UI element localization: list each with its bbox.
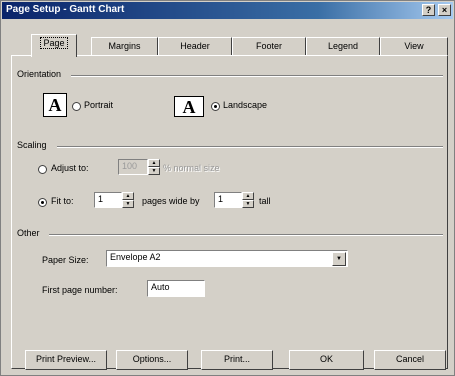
other-group-label: Other bbox=[17, 228, 43, 238]
portrait-radio[interactable] bbox=[72, 102, 81, 111]
help-button[interactable]: ? bbox=[422, 4, 435, 16]
spin-down-icon[interactable]: ▼ bbox=[122, 200, 134, 208]
spin-up-icon[interactable]: ▲ bbox=[122, 192, 134, 200]
adjust-to-radio[interactable] bbox=[38, 165, 47, 174]
spin-down-icon[interactable]: ▼ bbox=[148, 167, 160, 175]
tab-header[interactable]: Header bbox=[158, 37, 232, 56]
fit-wide-suffix: pages wide by bbox=[142, 196, 200, 206]
close-button[interactable]: × bbox=[438, 4, 451, 16]
paper-size-label: Paper Size: bbox=[42, 255, 89, 265]
fit-to-label[interactable]: Fit to: bbox=[51, 196, 74, 206]
help-icon: ? bbox=[425, 5, 432, 15]
close-icon: × bbox=[441, 5, 448, 15]
adjust-to-suffix: % normal size bbox=[163, 163, 220, 173]
tab-page[interactable]: Page bbox=[31, 34, 77, 57]
tab-strip: Page Margins Header Footer Legend View bbox=[11, 34, 448, 57]
orientation-divider bbox=[71, 75, 443, 77]
spin-up-icon[interactable]: ▲ bbox=[242, 192, 254, 200]
first-page-number-input[interactable]: Auto bbox=[147, 280, 205, 297]
tab-view[interactable]: View bbox=[380, 37, 448, 56]
first-page-number-label: First page number: bbox=[42, 285, 118, 295]
scaling-divider bbox=[57, 146, 443, 148]
fit-tall-input[interactable]: 1 bbox=[214, 192, 242, 208]
tab-margins[interactable]: Margins bbox=[91, 37, 158, 56]
paper-size-select[interactable]: Envelope A2 ▼ bbox=[106, 250, 348, 267]
portrait-icon: A bbox=[43, 93, 67, 117]
landscape-label[interactable]: Landscape bbox=[223, 100, 267, 110]
fit-wide-input[interactable]: 1 bbox=[94, 192, 122, 208]
fit-wide-spinner[interactable]: ▲ ▼ bbox=[122, 192, 134, 208]
adjust-to-label[interactable]: Adjust to: bbox=[51, 163, 89, 173]
title-bar: Page Setup - Gantt Chart ? × bbox=[2, 2, 453, 19]
tab-footer[interactable]: Footer bbox=[232, 37, 306, 56]
dropdown-arrow-icon[interactable]: ▼ bbox=[332, 252, 346, 266]
print-button[interactable]: Print... bbox=[201, 350, 273, 370]
spin-down-icon[interactable]: ▼ bbox=[242, 200, 254, 208]
options-button[interactable]: Options... bbox=[116, 350, 188, 370]
cancel-button[interactable]: Cancel bbox=[374, 350, 446, 370]
landscape-icon: A bbox=[174, 96, 204, 117]
scaling-group-label: Scaling bbox=[17, 140, 50, 150]
paper-size-value: Envelope A2 bbox=[110, 252, 161, 262]
orientation-group-label: Orientation bbox=[17, 69, 65, 79]
window-title: Page Setup - Gantt Chart bbox=[6, 4, 125, 15]
spin-up-icon[interactable]: ▲ bbox=[148, 159, 160, 167]
landscape-radio[interactable] bbox=[211, 102, 220, 111]
portrait-label[interactable]: Portrait bbox=[84, 100, 113, 110]
fit-tall-suffix: tall bbox=[259, 196, 271, 206]
adjust-to-input[interactable]: 100 bbox=[118, 159, 148, 175]
fit-tall-spinner[interactable]: ▲ ▼ bbox=[242, 192, 254, 208]
fit-to-radio[interactable] bbox=[38, 198, 47, 207]
ok-button[interactable]: OK bbox=[289, 350, 364, 370]
page-setup-dialog: Page Setup - Gantt Chart ? × Page Margin… bbox=[0, 0, 455, 376]
print-preview-button[interactable]: Print Preview... bbox=[25, 350, 107, 370]
adjust-to-spinner[interactable]: ▲ ▼ bbox=[148, 159, 160, 175]
other-divider bbox=[49, 234, 443, 236]
tab-legend[interactable]: Legend bbox=[306, 37, 380, 56]
